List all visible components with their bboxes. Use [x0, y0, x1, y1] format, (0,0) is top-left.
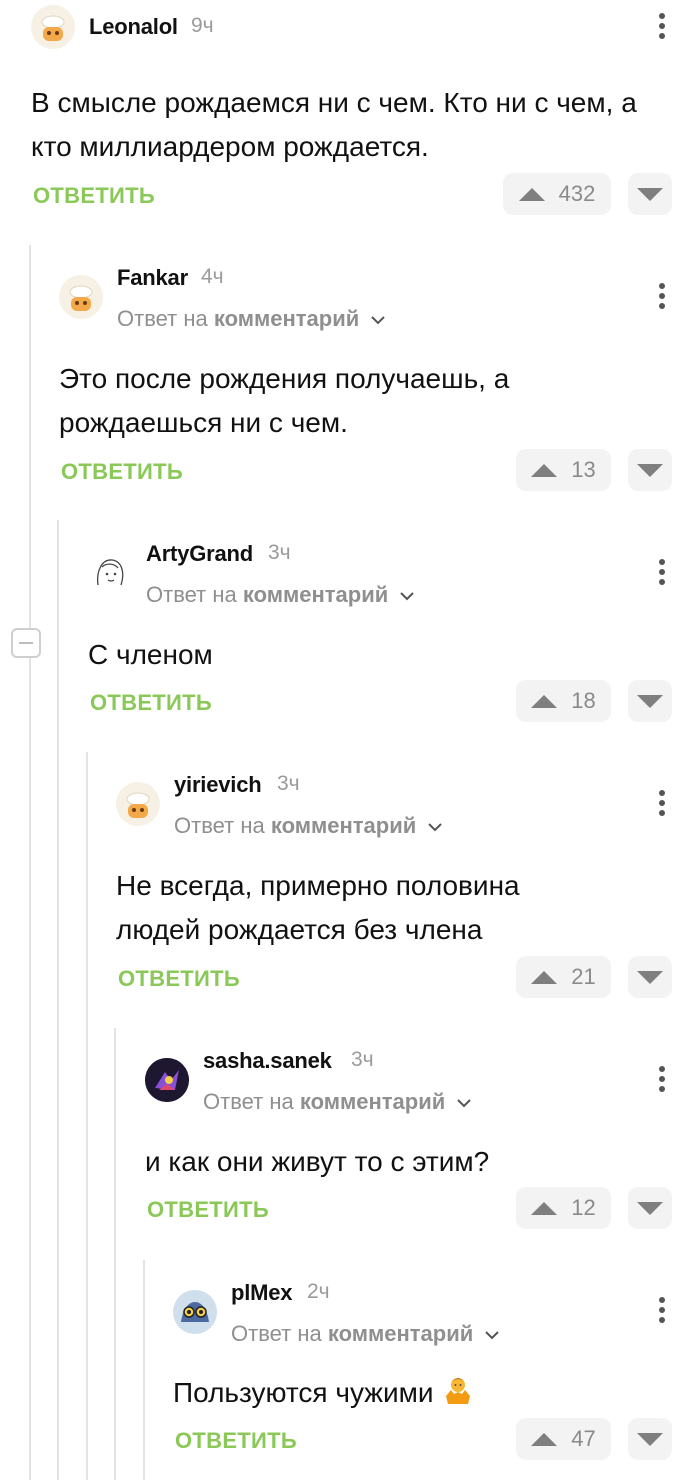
upvote-arrow-icon	[518, 187, 545, 201]
comment-rating: 47	[571, 1426, 596, 1451]
comment-text-wrap: Пользуются чужими	[173, 1371, 640, 1415]
chevron-down-icon	[371, 316, 386, 325]
downvote-arrow-icon	[637, 187, 663, 201]
reply-to-target[interactable]: комментарий	[271, 813, 416, 838]
downvote-button[interactable]	[628, 680, 672, 722]
reply-to-prefix: Ответ на	[146, 582, 237, 607]
reply-button[interactable]: ОТВЕТИТЬ	[175, 1428, 297, 1454]
comment-time: 4ч	[201, 265, 224, 288]
avatar[interactable]	[31, 5, 75, 49]
comment-rating: 18	[571, 688, 596, 713]
downvote-arrow-icon	[637, 463, 663, 477]
upvote-button[interactable]: 47	[516, 1418, 611, 1460]
reply-to-target[interactable]: комментарий	[243, 582, 388, 607]
downvote-arrow-icon	[637, 970, 663, 984]
comment-time: 2ч	[307, 1280, 330, 1303]
comment-text: Пользуются чужими	[173, 1377, 434, 1408]
reply-button[interactable]: ОТВЕТИТЬ	[90, 690, 212, 716]
upvote-arrow-icon	[531, 463, 558, 477]
comment-rating: 12	[571, 1195, 596, 1220]
comment-time: 3ч	[277, 772, 300, 795]
avatar[interactable]	[145, 1058, 189, 1102]
reply-to-link[interactable]: Ответ на комментарий	[231, 1321, 500, 1347]
reply-to-link[interactable]: Ответ на комментарий	[146, 582, 415, 608]
reply-to-target[interactable]: комментарий	[214, 306, 359, 331]
downvote-arrow-icon	[637, 1432, 663, 1446]
more-vertical-icon[interactable]	[657, 790, 667, 820]
comment-text: С членом	[88, 639, 213, 670]
downvote-arrow-icon	[637, 694, 663, 708]
comment-time: 3ч	[268, 541, 291, 564]
comment-rating: 432	[558, 181, 596, 206]
comment-author[interactable]: Fankar	[117, 265, 188, 291]
comment-text: Это после рождения получаешь, а рождаешь…	[59, 363, 510, 438]
reply-button[interactable]: ОТВЕТИТЬ	[33, 183, 155, 209]
more-vertical-icon[interactable]	[657, 1297, 667, 1327]
upvote-button[interactable]: 13	[516, 449, 611, 491]
comment-author[interactable]: sasha.sanek	[203, 1048, 332, 1074]
downvote-arrow-icon	[637, 1201, 663, 1215]
comment-author[interactable]: Leonalol	[89, 14, 178, 40]
upvote-button[interactable]: 432	[503, 173, 611, 215]
reply-to-prefix: Ответ на	[203, 1089, 294, 1114]
collapse-minus-icon	[19, 642, 33, 644]
shrug-person-emoji	[445, 1378, 470, 1404]
upvote-arrow-icon	[531, 694, 558, 708]
downvote-button[interactable]	[628, 1418, 672, 1460]
more-vertical-icon[interactable]	[657, 1066, 667, 1096]
avatar[interactable]	[116, 782, 160, 826]
reply-button[interactable]: ОТВЕТИТЬ	[147, 1197, 269, 1223]
comment-time: 9ч	[191, 14, 214, 37]
downvote-button[interactable]	[628, 1187, 672, 1229]
thread-line-level-5	[143, 1260, 145, 1480]
reply-to-prefix: Ответ на	[231, 1321, 322, 1346]
reply-to-link[interactable]: Ответ на комментарий	[117, 306, 386, 332]
avatar[interactable]	[173, 1290, 217, 1334]
reply-to-link[interactable]: Ответ на комментарий	[203, 1089, 472, 1115]
comment-rating: 21	[571, 964, 596, 989]
comment-time: 3ч	[351, 1048, 374, 1071]
more-vertical-icon[interactable]	[657, 13, 667, 43]
thread-line-level-2	[57, 520, 59, 1480]
more-vertical-icon[interactable]	[657, 283, 667, 313]
reply-button[interactable]: ОТВЕТИТЬ	[61, 459, 183, 485]
comment-text: В смысле рождаемся ни с чем. Кто ни с че…	[31, 87, 637, 162]
downvote-button[interactable]	[628, 449, 672, 491]
comment-rating: 13	[571, 457, 596, 482]
chevron-down-icon	[485, 1331, 500, 1340]
more-vertical-icon[interactable]	[657, 559, 667, 589]
reply-to-target[interactable]: комментарий	[328, 1321, 473, 1346]
avatar[interactable]	[59, 275, 103, 319]
chevron-down-icon	[400, 592, 415, 601]
comment-author[interactable]: plMex	[231, 1280, 293, 1306]
comment-author[interactable]: ArtyGrand	[146, 541, 253, 567]
collapse-thread-button[interactable]	[11, 628, 41, 658]
upvote-arrow-icon	[531, 1432, 558, 1446]
reply-to-prefix: Ответ на	[174, 813, 265, 838]
comment-text: и как они живут то с этим?	[145, 1146, 490, 1177]
upvote-arrow-icon	[531, 970, 558, 984]
reply-to-target[interactable]: комментарий	[300, 1089, 445, 1114]
upvote-arrow-icon	[531, 1201, 558, 1215]
reply-to-prefix: Ответ на	[117, 306, 208, 331]
chevron-down-icon	[428, 823, 443, 832]
downvote-button[interactable]	[628, 956, 672, 998]
chevron-down-icon	[457, 1099, 472, 1108]
upvote-button[interactable]: 12	[516, 1187, 611, 1229]
thread-line-level-4	[114, 1028, 116, 1480]
thread-line-level-3	[86, 752, 88, 1480]
upvote-button[interactable]: 21	[516, 956, 611, 998]
comment-author[interactable]: yirievich	[174, 772, 262, 798]
reply-to-link[interactable]: Ответ на комментарий	[174, 813, 443, 839]
thread-line-level-1	[29, 245, 31, 1480]
upvote-button[interactable]: 18	[516, 680, 611, 722]
avatar[interactable]	[88, 551, 132, 595]
comment-text: Не всегда, примерно половина людей рожда…	[116, 870, 520, 945]
downvote-button[interactable]	[628, 173, 672, 215]
reply-button[interactable]: ОТВЕТИТЬ	[118, 966, 240, 992]
